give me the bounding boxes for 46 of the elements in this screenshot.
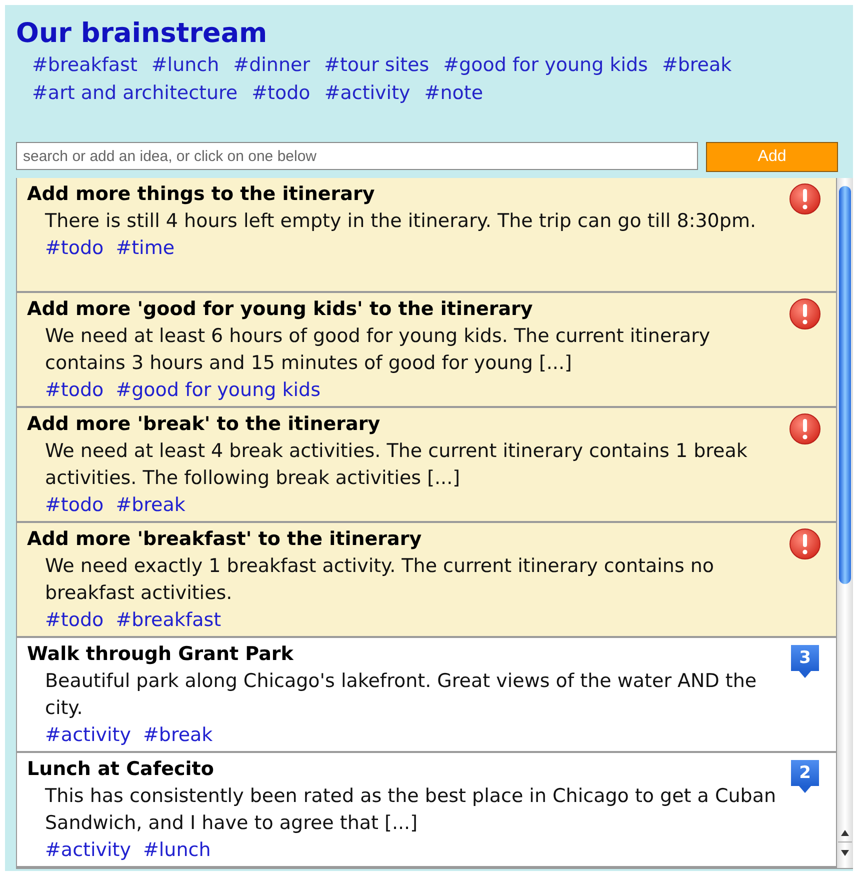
idea-title: Add more 'break' to the itinerary xyxy=(27,412,382,437)
tag-link[interactable]: #art and architecture xyxy=(32,79,238,107)
vote-badge: 3 xyxy=(791,645,819,678)
idea-title: Add more things to the itinerary xyxy=(27,182,376,207)
idea-card[interactable]: Add more 'break' to the itinerary We need at least 4 break activities. The current itinerary contains 1 break activities. The following break activities [...] #todo #break xyxy=(17,408,836,521)
warning-icon xyxy=(789,528,821,560)
warning-icon xyxy=(789,298,821,330)
idea-description: We need at least 4 break activities. The current itinerary contains 1 break activities. The following break activities [...] xyxy=(44,439,748,491)
idea-title: Add more 'good for young kids' to the itinerary xyxy=(27,297,534,322)
tag-link[interactable]: #good for young kids xyxy=(443,51,648,79)
tag-link[interactable]: #breakfast xyxy=(116,607,222,634)
idea-title: Walk through Grant Park xyxy=(27,642,294,667)
idea-card[interactable] xyxy=(17,293,836,406)
tag-link[interactable]: #tour sites xyxy=(324,51,430,79)
tag-link[interactable]: #todo xyxy=(45,235,104,262)
tag-link[interactable]: #note xyxy=(424,79,484,107)
tag-link[interactable]: #todo xyxy=(45,377,104,404)
idea-description: Beautiful park along Chicago's lakefront. Great views of the water AND the city. xyxy=(44,669,758,721)
idea-description: This has consistently been rated as the best place in Chicago to get a Cuban Sandwich, and I have to agree that [...] xyxy=(44,784,778,836)
warning-icon xyxy=(789,413,821,445)
tag-link[interactable]: #activity xyxy=(324,79,410,107)
idea-description: There is still 4 hours left empty in the itinerary. The trip can go till 8:30pm. xyxy=(44,209,758,234)
idea-card[interactable]: Add more things to the itinerary There is still 4 hours left empty in the itinerary. The trip can go till 8:30pm. #todo #time xyxy=(17,178,836,291)
tag-link[interactable]: #lunch xyxy=(151,51,220,79)
tag-link[interactable]: #break xyxy=(662,51,732,79)
idea-description: We need at least 6 hours of good for young kids. The current itinerary contains 3 hours and 15 minutes of good for young [...] xyxy=(44,324,712,376)
page-title: Our brainstream xyxy=(16,17,268,51)
tag-link[interactable]: #dinner xyxy=(233,51,310,79)
vote-badge: 2 xyxy=(791,760,819,793)
tag-link[interactable]: #good for young kids xyxy=(116,377,320,404)
tag-link[interactable]: #break xyxy=(116,492,186,519)
warning-icon xyxy=(789,183,821,215)
tag-link[interactable]: #activity xyxy=(45,722,131,749)
idea-description: We need exactly 1 breakfast activity. The current itinerary contains no breakfast activities. xyxy=(44,554,716,606)
search-field[interactable]: search or add an idea, or click on one below xyxy=(16,142,698,170)
tag-link[interactable]: #lunch xyxy=(142,837,211,864)
idea-title: Lunch at Cafecito xyxy=(27,757,215,782)
tag-link[interactable]: #todo xyxy=(45,607,104,634)
tag-link[interactable]: #todo xyxy=(252,79,310,107)
tag-link[interactable]: #time xyxy=(116,235,175,262)
idea-title: Add more 'breakfast' to the itinerary xyxy=(27,527,423,552)
tag-link[interactable]: #todo xyxy=(45,492,104,519)
tag-link[interactable]: #break xyxy=(142,722,213,749)
idea-card[interactable]: Add more 'breakfast' to the itinerary We need exactly 1 breakfast activity. The current itinerary contains no breakfast activities. #todo #breakfast xyxy=(17,523,836,636)
tag-link[interactable]: #activity xyxy=(45,837,131,864)
tag-link[interactable]: #breakfast xyxy=(32,51,138,79)
